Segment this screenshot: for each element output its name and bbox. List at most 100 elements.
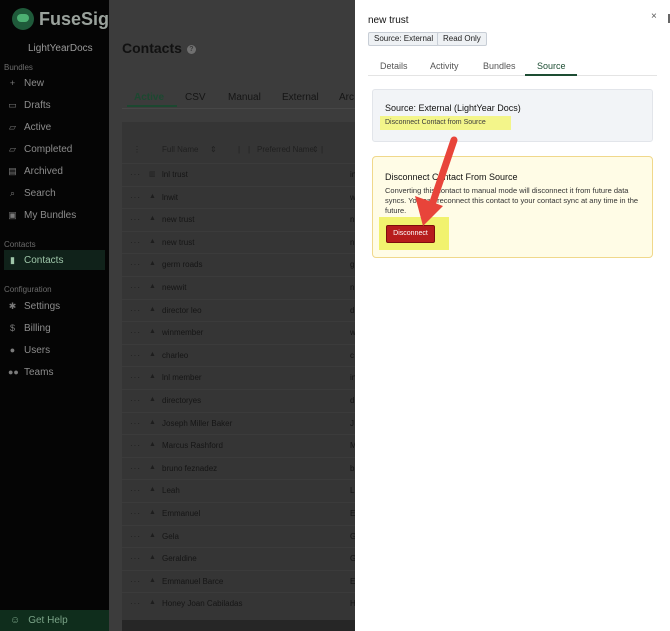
row-next-cell: L xyxy=(350,486,355,496)
row-next-cell: d xyxy=(350,396,355,405)
person-icon: ▲ xyxy=(149,192,156,200)
row-next-cell: c xyxy=(350,350,354,360)
sidebar-item-label: Settings xyxy=(24,300,61,312)
table-row[interactable]: ··· ▲ Geraldine G xyxy=(122,547,356,569)
tab-csv[interactable]: CSV xyxy=(185,92,206,103)
row-menu-icon[interactable]: ··· xyxy=(130,328,141,337)
row-menu-icon[interactable]: ··· xyxy=(130,486,141,495)
sidebar-item-users[interactable]: ● Users xyxy=(4,340,105,360)
sidebar-item-contacts[interactable]: ▮ Contacts xyxy=(4,250,105,270)
sidebar-item-teams[interactable]: ●● Teams xyxy=(4,362,105,382)
row-menu-icon[interactable]: ··· xyxy=(130,577,141,586)
sort-icon[interactable]: ⇕ xyxy=(210,145,217,154)
tab-details[interactable]: Details xyxy=(380,61,408,71)
table-row[interactable]: ··· ▲ germ roads g xyxy=(122,253,355,275)
column-full-name[interactable]: Full Name xyxy=(162,145,198,154)
sidebar-item-archived[interactable]: ▤ Archived xyxy=(4,161,105,181)
sidebar-item-new[interactable]: + New xyxy=(4,73,105,93)
user-icon: ● xyxy=(9,345,16,355)
row-menu-icon[interactable]: ··· xyxy=(130,464,141,473)
person-icon: ▲ xyxy=(149,260,156,268)
row-menu-icon[interactable]: ··· xyxy=(130,170,141,179)
sidebar-item-completed[interactable]: ▱ Completed xyxy=(4,139,105,159)
close-icon[interactable]: × xyxy=(651,11,657,22)
table-row[interactable]: ··· ▲ new trust n xyxy=(122,230,355,253)
table-row[interactable]: ··· ▥ lnl trust in xyxy=(122,163,356,185)
tab-archived[interactable]: Arc xyxy=(339,92,354,103)
row-menu-icon[interactable]: ··· xyxy=(130,509,141,518)
row-menu-icon[interactable]: ··· xyxy=(130,373,141,382)
row-full-name: Honey Joan Cabiladas xyxy=(162,599,243,609)
table-row[interactable]: ··· ▲ lnl member in xyxy=(122,366,356,388)
sidebar-item-drafts[interactable]: ▭ Drafts xyxy=(4,95,105,115)
drawer-active-tab-indicator xyxy=(525,74,577,76)
tab-source[interactable]: Source xyxy=(537,61,566,71)
sidebar-item-settings[interactable]: ✱ Settings xyxy=(4,296,105,316)
tab-manual[interactable]: Manual xyxy=(228,92,261,103)
row-menu-icon[interactable]: ··· xyxy=(130,532,141,541)
drawer-title: new trust xyxy=(368,15,409,26)
select-all-icon[interactable]: ⋮ xyxy=(133,145,142,154)
horizontal-scrollbar[interactable] xyxy=(122,620,355,631)
row-menu-icon[interactable]: ··· xyxy=(130,306,141,315)
row-menu-icon[interactable]: ··· xyxy=(130,396,141,405)
table-row[interactable]: ··· ▲ Emmanuel Barce E xyxy=(122,569,355,592)
row-next-cell: J xyxy=(350,418,354,428)
row-menu-icon[interactable]: ··· xyxy=(130,283,141,292)
drawer-tab-divider xyxy=(368,75,657,76)
tab-active[interactable]: Active xyxy=(134,92,164,103)
row-menu-icon[interactable]: ··· xyxy=(130,215,141,224)
sidebar-item-active[interactable]: ▱ Active xyxy=(4,117,105,137)
fusesign-logo[interactable]: FuseSign xyxy=(12,8,120,30)
sidebar-item-label: New xyxy=(24,77,45,89)
table-row[interactable]: ··· ▲ bruno feznadez b xyxy=(122,456,355,479)
table-row[interactable]: ··· ▲ newwit n xyxy=(122,276,355,298)
get-help-button[interactable]: ☺ Get Help xyxy=(0,610,109,631)
building-icon: ▥ xyxy=(149,171,156,178)
row-full-name: director leo xyxy=(162,305,202,315)
row-menu-icon[interactable]: ··· xyxy=(130,351,141,360)
table-row[interactable]: ··· ▲ Honey Joan Cabiladas H xyxy=(122,592,356,614)
tab-external[interactable]: External xyxy=(282,92,319,103)
table-row[interactable]: ··· ▲ new trust n xyxy=(122,208,355,230)
table-row[interactable]: ··· ▲ Gela G xyxy=(122,524,356,547)
row-menu-icon[interactable]: ··· xyxy=(130,554,141,563)
org-name[interactable]: LightYearDocs xyxy=(28,43,93,54)
tab-activity[interactable]: Activity xyxy=(430,61,459,71)
disconnect-button[interactable]: Disconnect xyxy=(386,225,435,243)
table-row[interactable]: ··· ▲ charleo c xyxy=(122,343,355,366)
logo-text: FuseSign xyxy=(39,8,121,29)
column-divider: | xyxy=(321,145,324,154)
sidebar-item-billing[interactable]: $ Billing xyxy=(4,318,105,338)
sidebar-item-label: Contacts xyxy=(24,254,64,266)
source-title: Source: External (LightYear Docs) xyxy=(385,103,521,113)
fusesign-logo-icon xyxy=(12,8,34,30)
disconnect-contact-link[interactable]: Disconnect Contact from Source xyxy=(385,119,486,126)
sort-icon[interactable]: ⇕ xyxy=(312,145,319,154)
person-icon: ▲ xyxy=(149,463,156,471)
sidebar-item-my-bundles[interactable]: ▣ My Bundles xyxy=(4,205,105,225)
table-row[interactable]: ··· ▲ Marcus Rashford M xyxy=(122,434,357,456)
row-menu-icon[interactable]: ··· xyxy=(130,193,141,202)
column-preferred-name[interactable]: Preferred Name xyxy=(257,145,314,154)
table-row[interactable]: ··· ▲ Emmanuel E xyxy=(122,502,355,524)
row-menu-icon[interactable]: ··· xyxy=(130,238,141,247)
row-menu-icon[interactable]: ··· xyxy=(130,599,141,608)
table-row[interactable]: ··· ▲ Leah L xyxy=(122,479,355,501)
row-menu-icon[interactable]: ··· xyxy=(130,441,141,450)
tab-bundles[interactable]: Bundles xyxy=(483,61,516,71)
contact-drawer: new trust × Source: External Read Only D… xyxy=(355,0,670,631)
column-divider: | xyxy=(238,145,241,154)
row-menu-icon[interactable]: ··· xyxy=(130,260,141,269)
help-circle-icon[interactable]: ? xyxy=(186,45,196,54)
table-row[interactable]: ··· ▲ directoryes d xyxy=(122,389,355,411)
page-title: Contacts? xyxy=(122,40,196,56)
table-row[interactable]: ··· ▲ director leo d xyxy=(122,298,355,321)
sidebar-item-search[interactable]: ⌕ Search xyxy=(4,183,105,203)
person-icon: ▲ xyxy=(149,396,156,403)
table-row[interactable]: ··· ▲ winmember w xyxy=(122,321,356,343)
contacts-table: ⋮ Full Name ⇕ | | Preferred Name ⇕ | ···… xyxy=(122,122,357,631)
row-menu-icon[interactable]: ··· xyxy=(130,419,141,428)
table-row[interactable]: ··· ▲ lnwit w xyxy=(122,185,356,208)
table-row[interactable]: ··· ▲ Joseph Miller Baker J xyxy=(122,411,355,434)
